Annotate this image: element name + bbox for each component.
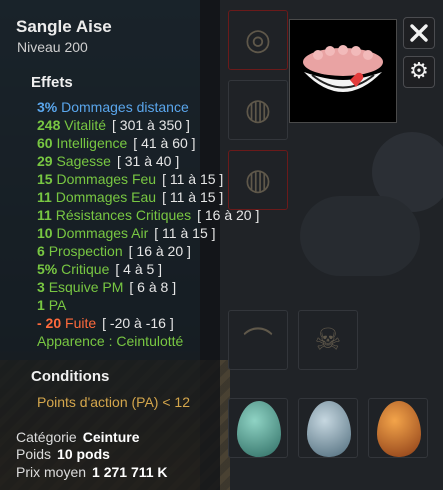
item-name: Sangle Aise	[16, 17, 112, 36]
weight-row: Poids 10 pods	[16, 446, 110, 462]
effect-line: 11 Résistances Critiques[ 16 à 20 ]	[37, 207, 260, 223]
effect-line: 5% Critique[ 4 à 5 ]	[37, 261, 163, 277]
category-row: Catégorie Ceinture	[16, 429, 140, 445]
item-preview	[289, 19, 397, 123]
equipment-slot-pet-3[interactable]	[368, 398, 428, 458]
amulet-icon: ◎	[244, 22, 272, 58]
effect-line: - 20 Fuite[ -20 à -16 ]	[37, 315, 174, 331]
close-button[interactable]	[403, 17, 435, 49]
effects-list: 3% Dommages distance 248 Vitalité[ 301 à…	[37, 98, 259, 350]
price-label: Prix moyen	[16, 464, 87, 480]
effect-line: Apparence : Ceintulotté	[37, 333, 184, 349]
effect-line: 11 Dommages Eau[ 11 à 15 ]	[37, 189, 224, 205]
egg-icon	[307, 401, 351, 457]
equipment-slot-pet-2[interactable]	[298, 398, 358, 458]
equipment-slot-locked[interactable]: ☠	[298, 310, 358, 370]
effect-line: 60 Intelligence[ 41 à 60 ]	[37, 135, 196, 151]
effect-line: 1 PA	[37, 297, 67, 313]
price-value: 1 271 711 K	[92, 464, 168, 480]
equipment-slot-pet-1[interactable]	[228, 398, 288, 458]
effect-line: 29 Sagesse[ 31 à 40 ]	[37, 153, 180, 169]
category-value: Ceinture	[82, 429, 140, 445]
effect-line: 3% Dommages distance	[37, 99, 189, 115]
effect-line: 248 Vitalité[ 301 à 350 ]	[37, 117, 190, 133]
effect-line: 6 Prospection[ 16 à 20 ]	[37, 243, 191, 259]
item-tooltip: Sangle Aise Niveau 200 Effets 3% Dommage…	[0, 0, 259, 490]
item-level: Niveau 200	[17, 39, 88, 55]
gear-icon: ⚙	[409, 59, 429, 84]
decor-skull-large	[300, 196, 420, 276]
weight-value: 10 pods	[57, 446, 110, 462]
close-icon	[410, 24, 428, 42]
effect-line: 3 Esquive PM[ 6 à 8 ]	[37, 279, 177, 295]
category-label: Catégorie	[16, 429, 77, 445]
skull-icon: ☠	[314, 322, 342, 358]
settings-button[interactable]: ⚙	[403, 56, 435, 88]
price-row: Prix moyen 1 271 711 K	[16, 464, 168, 480]
condition-text: Points d'action (PA) < 12	[37, 394, 190, 410]
egg-icon	[377, 401, 421, 457]
egg-icon	[237, 401, 281, 457]
effect-line: 10 Dommages Air[ 11 à 15 ]	[37, 225, 216, 241]
effects-heading: Effets	[31, 74, 73, 91]
effect-line: 15 Dommages Feu[ 11 à 15 ]	[37, 171, 224, 187]
equipment-slot-amulet[interactable]: ◎	[228, 10, 288, 70]
weight-label: Poids	[16, 446, 52, 462]
conditions-heading: Conditions	[31, 368, 110, 385]
belt-icon	[303, 45, 383, 92]
